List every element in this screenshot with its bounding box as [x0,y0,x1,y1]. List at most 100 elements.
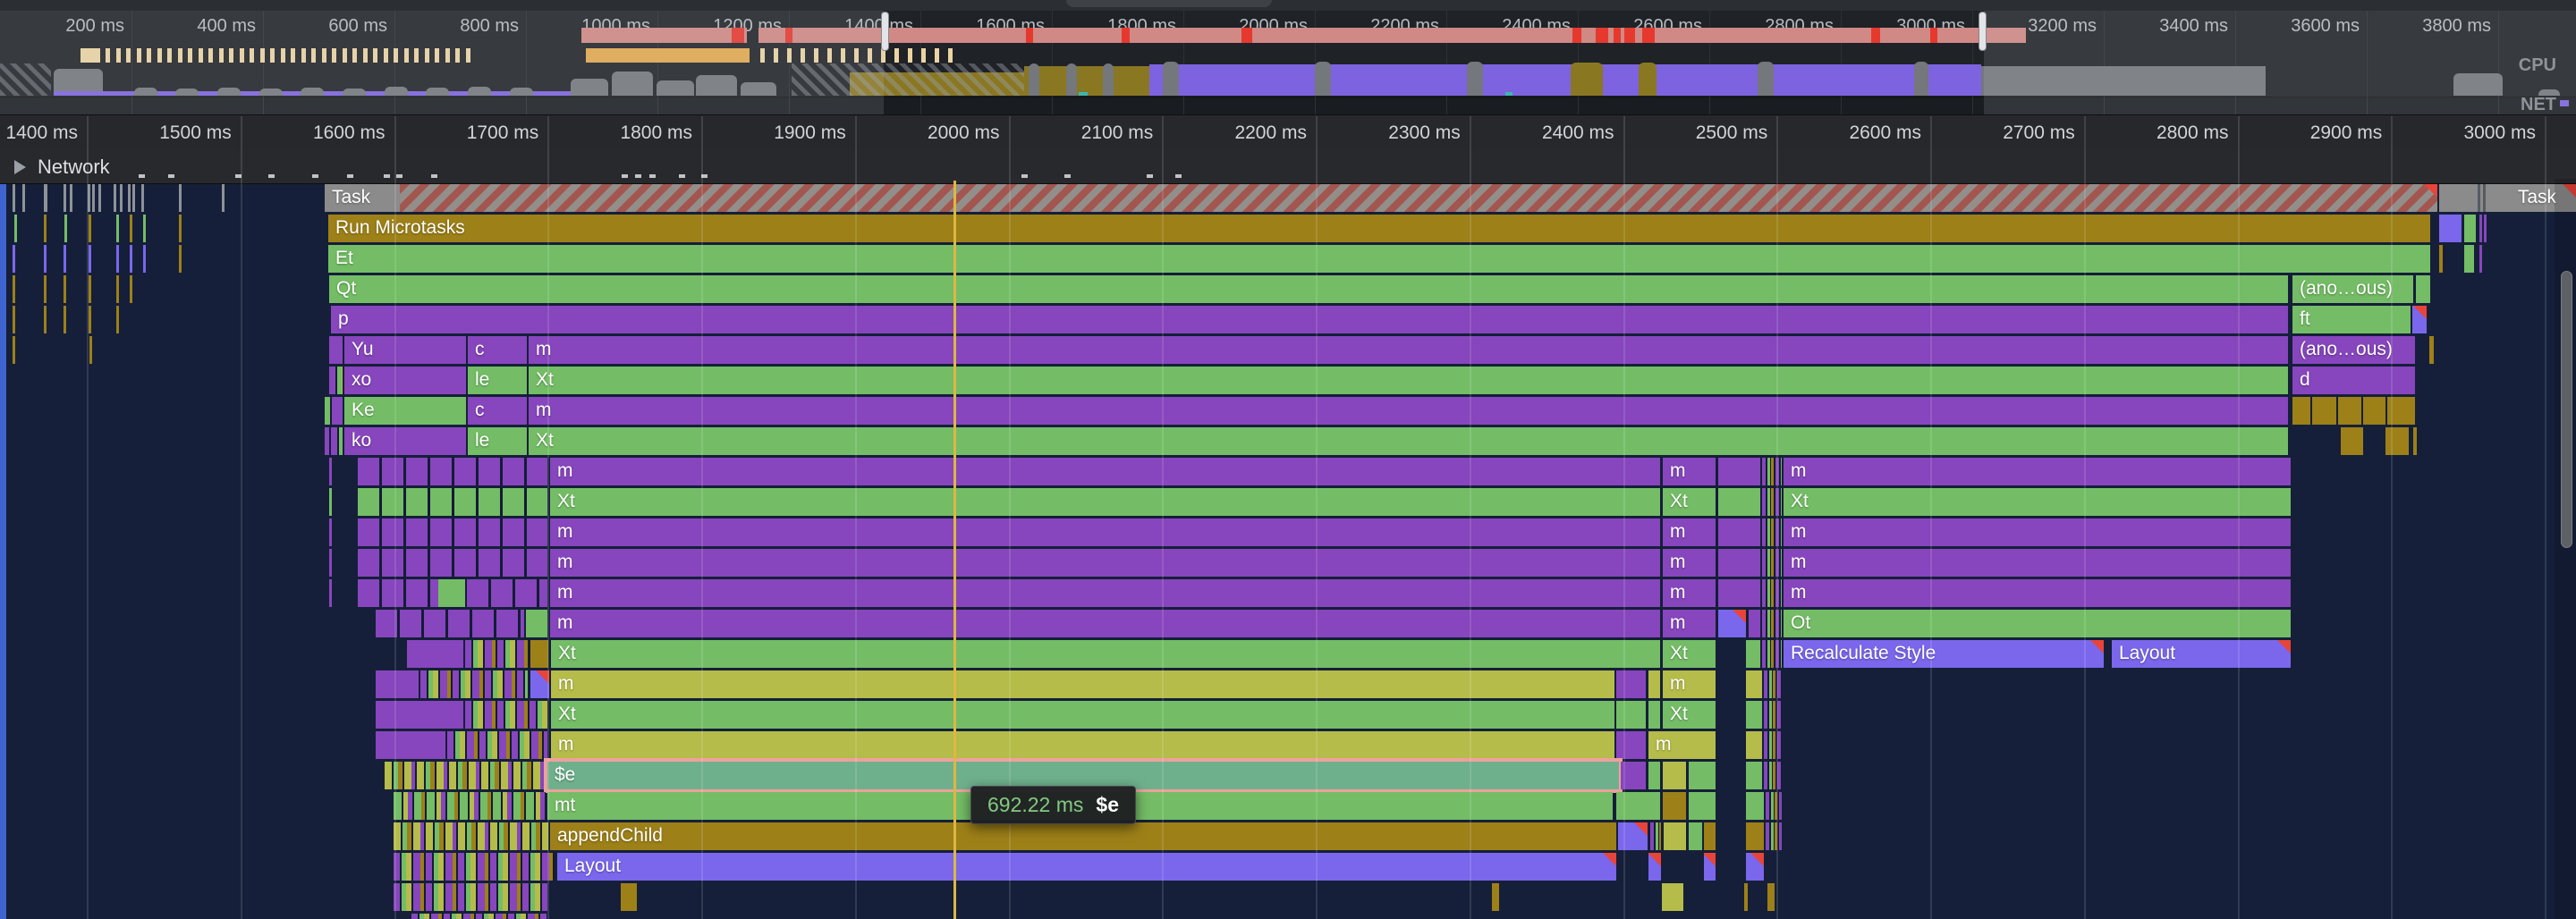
flame-bar[interactable]: Xt [529,367,2288,394]
flame-bar[interactable] [1764,731,1782,759]
flame-bar[interactable]: m [529,397,2288,425]
flame-bar[interactable] [44,215,47,242]
flame-bar[interactable] [1664,822,1686,850]
flame-bar[interactable] [1648,670,1660,698]
flame-bar[interactable] [92,184,95,212]
flame-bar[interactable] [394,822,548,850]
flame-bar[interactable] [385,762,546,789]
flame-bar[interactable] [394,853,555,881]
flame-bar[interactable] [329,336,343,364]
flame-bar[interactable]: (ano…ous) [2292,336,2415,364]
flame-bar[interactable] [465,701,547,729]
flame-bar[interactable] [1746,762,1762,789]
playhead-line[interactable] [953,181,956,919]
flame-bar[interactable] [1746,640,1760,668]
flame-bar[interactable] [2439,215,2462,242]
flame-bar[interactable]: (ano…ous) [2292,275,2413,303]
flame-bar[interactable] [394,792,546,820]
flame-bar[interactable]: p [331,306,2288,333]
flame-bar[interactable]: Xt [529,427,2288,455]
network-request-mark[interactable] [622,174,628,178]
flame-bar[interactable] [116,306,119,333]
flame-bar[interactable] [98,184,101,212]
flame-bar[interactable] [329,549,332,577]
network-request-mark[interactable] [396,174,402,178]
flame-bar[interactable] [1762,579,1782,607]
flame-bar[interactable] [1762,640,1782,668]
flame-bar[interactable]: le [468,367,527,394]
flame-bar[interactable] [130,275,132,303]
flame-bar[interactable] [1764,670,1782,698]
flame-bar[interactable] [1746,853,1764,881]
flame-bar[interactable] [22,184,25,212]
flame-bar[interactable] [358,549,547,577]
flame-bar[interactable] [44,184,47,212]
flame-bar[interactable]: Xt [1663,488,1716,516]
flame-bar[interactable]: ko [344,427,466,455]
flame-bar[interactable] [130,245,132,273]
flame-bar[interactable] [329,367,343,394]
flame-bar[interactable] [325,397,330,425]
flame-bar[interactable] [358,458,547,485]
flame-bar[interactable] [329,519,332,546]
flame-bar[interactable]: Recalculate Style [1784,640,2104,668]
flame-bar[interactable]: Xt [551,701,1614,729]
flame-bar[interactable] [130,215,132,242]
flame-bar[interactable] [358,519,547,546]
flame-bar[interactable]: Xt [550,488,1660,516]
flame-bar[interactable]: Xt [551,640,1660,668]
flame-bar[interactable] [2416,275,2430,303]
flame-bar[interactable] [407,640,463,668]
flame-bar[interactable] [332,397,343,425]
flame-bar[interactable]: Ot [1784,610,2291,637]
flame-bar[interactable]: m [1663,610,1716,637]
flame-bar[interactable]: Layout [2112,640,2291,668]
flame-bar[interactable] [2412,306,2427,333]
flame-bar[interactable] [1766,822,1782,850]
network-request-mark[interactable] [347,174,353,178]
network-section-header[interactable]: Network [0,150,2576,184]
flame-bar[interactable] [1762,549,1782,577]
flame-bar[interactable] [222,184,225,212]
network-request-mark[interactable] [431,174,437,178]
network-request-mark[interactable] [1175,174,1182,178]
flame-bar[interactable] [141,184,144,212]
flame-bar[interactable] [1648,762,1660,789]
flame-bar[interactable] [1767,883,1775,911]
flame-bar[interactable] [376,670,419,698]
flame-bar[interactable] [1689,792,1716,820]
network-request-mark[interactable] [312,174,318,178]
flame-bar[interactable] [14,215,17,242]
flame-bar[interactable]: m [550,610,1660,637]
flame-bar[interactable] [116,245,119,273]
network-request-mark[interactable] [649,174,656,178]
flame-bar[interactable] [1704,822,1716,850]
flame-bar[interactable] [70,184,72,212]
flame-bar[interactable] [1746,822,1764,850]
flame-bar[interactable]: Layout [557,853,1616,881]
flame-bar[interactable] [438,579,465,607]
flame-bar[interactable] [1718,610,1746,637]
flame-bar[interactable] [530,670,549,698]
flame-bar[interactable]: m [1663,519,1716,546]
flame-bar[interactable] [420,670,528,698]
flame-bar[interactable] [1663,792,1686,820]
flame-bar[interactable] [411,914,547,919]
flame-bar[interactable] [2479,215,2482,242]
flame-bar[interactable] [179,245,182,273]
flame-bar[interactable] [1718,549,1760,577]
flame-bar[interactable] [1718,458,1760,485]
flame-bar[interactable] [530,640,548,668]
detail-time-ruler[interactable]: 1400 ms1500 ms1600 ms1700 ms1800 ms1900 … [0,114,2576,150]
flame-bar[interactable] [358,579,438,607]
flame-bar[interactable]: m [1663,549,1716,577]
network-request-mark[interactable] [168,174,174,178]
flame-bar[interactable] [394,883,547,911]
flame-bar[interactable] [1746,701,1762,729]
flame-bar[interactable] [64,306,66,333]
flame-bar[interactable] [1744,883,1748,911]
flame-bar[interactable] [2363,397,2385,425]
flame-bar[interactable] [329,579,332,607]
flame-bar[interactable] [89,336,92,364]
flame-bar[interactable] [89,245,91,273]
